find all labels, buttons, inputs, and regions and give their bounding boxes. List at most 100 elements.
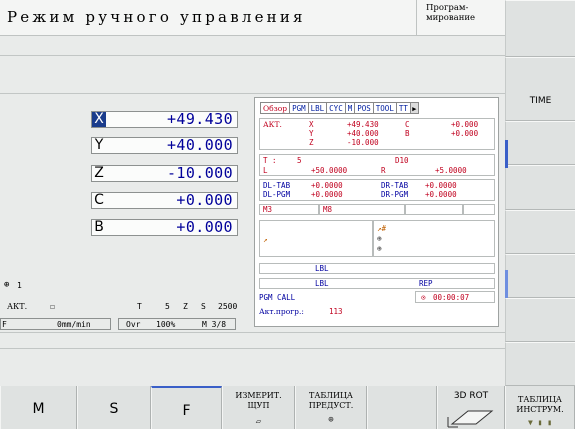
axis-label: B — [94, 219, 104, 235]
tab-cyc[interactable]: CYC — [326, 102, 345, 114]
tab-pgm[interactable]: PGM — [289, 102, 308, 114]
probe-softkey[interactable]: ИЗМЕРИТ. ЩУП ▱ — [222, 386, 295, 429]
spindle-s-value: 2500 — [218, 302, 238, 311]
datum-icon: ◻ — [50, 302, 55, 311]
dl-pgm-value: +0.0000 — [311, 190, 343, 199]
3d-rotation-icon — [447, 410, 494, 428]
page-title: Режим ручного управления — [7, 8, 306, 26]
lbl-rep-row — [259, 278, 495, 289]
softkey-scroll-marker — [505, 140, 508, 168]
coord-value: +0.000 — [451, 120, 479, 129]
preset-icon: ⊕ — [328, 415, 334, 425]
coordinate-transform-box — [259, 220, 373, 257]
right-softkey-8[interactable] — [505, 342, 575, 386]
tool-label: T : — [263, 156, 277, 165]
tab-pos[interactable]: POS — [354, 102, 373, 114]
length-value: +50.0000 — [311, 166, 348, 175]
radius-value: +5.0000 — [435, 166, 467, 175]
f-softkey[interactable]: F — [151, 386, 222, 429]
preset-table-softkey[interactable]: ТАБЛИЦА ПРЕДУСТ. ⊕ — [295, 386, 367, 429]
axis-label: X — [92, 112, 106, 127]
delta-block — [259, 179, 495, 201]
right-softkey-1[interactable] — [505, 0, 575, 57]
coord-value: +40.000 — [347, 129, 379, 138]
coord-axis: B — [405, 129, 410, 138]
dl-pgm-label: DL-PGM — [263, 190, 291, 199]
rep-label: REP — [419, 279, 433, 288]
dr-tab-label: DR-TAB — [381, 181, 409, 190]
right-softkey-3[interactable] — [505, 121, 575, 165]
tool-number: 5 — [297, 156, 302, 165]
coord-value: +49.430 — [347, 120, 379, 129]
divider — [0, 332, 505, 333]
dr-pgm-value: +0.0000 — [425, 190, 457, 199]
radius-label: R — [381, 166, 386, 175]
time-softkey[interactable]: TIME — [505, 57, 575, 121]
position-row-z: Z -10.000 — [91, 165, 238, 182]
run-time: 00:00:07 — [433, 293, 470, 302]
axis-label: Y — [94, 137, 104, 153]
s-softkey[interactable]: S — [77, 386, 151, 429]
coord-axis: Y — [309, 129, 314, 138]
tool-axis-label: Z — [183, 302, 188, 311]
rotation-icon: ↗ — [263, 235, 268, 244]
lbl-label: LBL — [315, 279, 329, 288]
axis-value: -10.000 — [166, 164, 233, 182]
m-function-value: M 3/8 — [202, 320, 227, 329]
axis-value: +0.000 — [176, 191, 233, 209]
dr-tab-value: +0.0000 — [425, 181, 457, 190]
axis-value: +49.430 — [166, 110, 233, 128]
tab-m[interactable]: M — [344, 102, 355, 114]
lbl-label: LBL — [315, 264, 329, 273]
tab-tt[interactable]: TT — [395, 102, 410, 114]
position-row-c: C +0.000 — [91, 192, 238, 209]
m-cell — [463, 204, 495, 215]
tab-tool[interactable]: TOOL — [372, 102, 396, 114]
tab-overview[interactable]: Обзор — [260, 102, 290, 114]
divider — [0, 93, 505, 94]
tab-lbl[interactable]: LBL — [307, 102, 327, 114]
probe-icon: ▱ — [255, 417, 262, 427]
crosshair-icon: ⊕ — [4, 280, 10, 290]
position-row-b: B +0.000 — [91, 219, 238, 236]
tab-next-arrow-icon[interactable]: ▶ — [409, 102, 419, 114]
m8-function: M8 — [323, 205, 333, 214]
divider — [0, 55, 505, 56]
status-tabs: Обзор PGM LBL CYC M POS TOOL TT ▶ — [260, 102, 419, 114]
right-softkey-6[interactable] — [505, 254, 575, 298]
tool-name: D10 — [395, 156, 409, 165]
position-row-y: Y +40.000 — [91, 137, 238, 154]
active-program-value: 113 — [329, 307, 343, 316]
akt-label: АКТ. — [7, 302, 28, 311]
spindle-s-label: S — [201, 302, 206, 311]
dl-tab-value: +0.0000 — [311, 181, 343, 190]
m-softkey[interactable]: M — [0, 386, 77, 429]
empty-softkey[interactable] — [367, 386, 437, 429]
tilt-icon: ⊕ — [377, 244, 382, 253]
right-softkey-5[interactable] — [505, 210, 575, 254]
feed-field — [0, 318, 111, 330]
mirror-rotation-box — [373, 220, 495, 257]
programming-mode-indicator[interactable]: Програм- мирование — [416, 0, 505, 36]
clock-icon: ⊙ — [421, 293, 426, 302]
header-bar: Режим ручного управления Програм- мирова… — [0, 0, 505, 36]
3d-rot-softkey[interactable]: 3D ROT — [437, 386, 505, 429]
coord-value: -10.000 — [347, 138, 379, 147]
coord-axis: C — [405, 120, 410, 129]
right-softkey-7[interactable] — [505, 298, 575, 342]
m3-function: M3 — [263, 205, 273, 214]
active-program-label: Акт.прогр.: — [259, 307, 304, 316]
status-panel: Обзор PGM LBL CYC M POS TOOL TT ▶ АКТ. X… — [254, 97, 499, 327]
m-cell — [405, 204, 463, 215]
position-row-x: X +49.430 — [91, 111, 238, 128]
mirror-icon: ↗# — [377, 224, 387, 233]
tool-table-softkey[interactable]: ТАБЛИЦА ИНСТРУМ. ▼ ▮ ▮ — [505, 386, 575, 429]
count-value: 1 — [17, 281, 22, 290]
length-label: L — [263, 166, 268, 175]
tool-t-value: 5 — [165, 302, 170, 311]
dr-pgm-label: DR-PGM — [381, 190, 409, 199]
lbl-row — [259, 263, 495, 274]
tool-t-label: T — [137, 302, 142, 311]
right-softkey-4[interactable] — [505, 165, 575, 210]
softkey-scroll-marker — [505, 270, 508, 298]
